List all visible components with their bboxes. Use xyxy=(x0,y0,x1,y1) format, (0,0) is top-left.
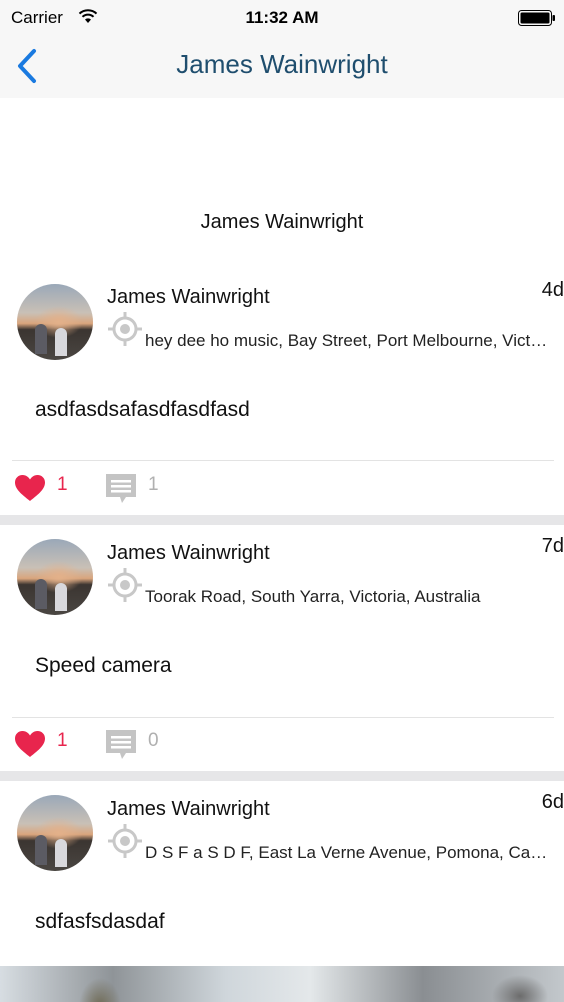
comment-icon[interactable] xyxy=(104,728,138,762)
post-body: sdfasfsdasdaf xyxy=(35,910,165,933)
post-age: 4d xyxy=(541,279,564,301)
navigation-bar: James Wainwright xyxy=(0,36,564,98)
heart-icon[interactable] xyxy=(14,730,46,758)
comment-count: 0 xyxy=(148,730,159,751)
avatar[interactable] xyxy=(17,539,93,615)
post-body: Speed camera xyxy=(35,654,172,677)
status-bar: Carrier 11:32 AM xyxy=(0,0,564,36)
post-author[interactable]: James Wainwright xyxy=(107,286,270,309)
heart-icon[interactable] xyxy=(14,474,46,502)
location-target-icon xyxy=(108,312,142,346)
profile-name: James Wainwright xyxy=(200,211,364,233)
post-card[interactable]: James Wainwright 6d D S F a S D F, East … xyxy=(0,781,564,966)
post-author[interactable]: James Wainwright xyxy=(107,542,270,565)
post-location[interactable]: D S F a S D F, East La Verne Avenue, Pom… xyxy=(145,843,549,863)
post-age: 6d xyxy=(541,791,564,813)
location-target-icon xyxy=(108,568,142,602)
avatar[interactable] xyxy=(17,284,93,360)
separator xyxy=(0,771,564,781)
avatar[interactable] xyxy=(17,795,93,871)
post-location[interactable]: Toorak Road, South Yarra, Victoria, Aust… xyxy=(145,587,549,607)
comment-icon[interactable] xyxy=(104,472,138,506)
post-location[interactable]: hey dee ho music, Bay Street, Port Melbo… xyxy=(145,331,549,351)
divider xyxy=(12,717,554,718)
clock: 11:32 AM xyxy=(245,8,319,27)
comment-count: 1 xyxy=(148,474,159,495)
divider xyxy=(12,460,554,461)
page-title: James Wainwright xyxy=(176,49,388,79)
screen: Carrier 11:32 AM James Wainwright James … xyxy=(0,0,564,1002)
like-count: 1 xyxy=(57,474,68,495)
post-card[interactable]: James Wainwright 7d Toorak Road, South Y… xyxy=(0,525,564,771)
post-body: asdfasdsafasdfasdfasd xyxy=(35,398,250,421)
post-age: 7d xyxy=(541,535,564,557)
separator xyxy=(0,515,564,525)
post-card[interactable]: James Wainwright 4d hey dee ho music, Ba… xyxy=(0,262,564,515)
post-photo[interactable] xyxy=(0,966,564,1002)
battery-icon xyxy=(518,10,555,26)
like-count: 1 xyxy=(57,730,68,751)
location-target-icon xyxy=(108,824,142,858)
profile-header: James Wainwright xyxy=(0,98,564,258)
post-author[interactable]: James Wainwright xyxy=(107,798,270,821)
